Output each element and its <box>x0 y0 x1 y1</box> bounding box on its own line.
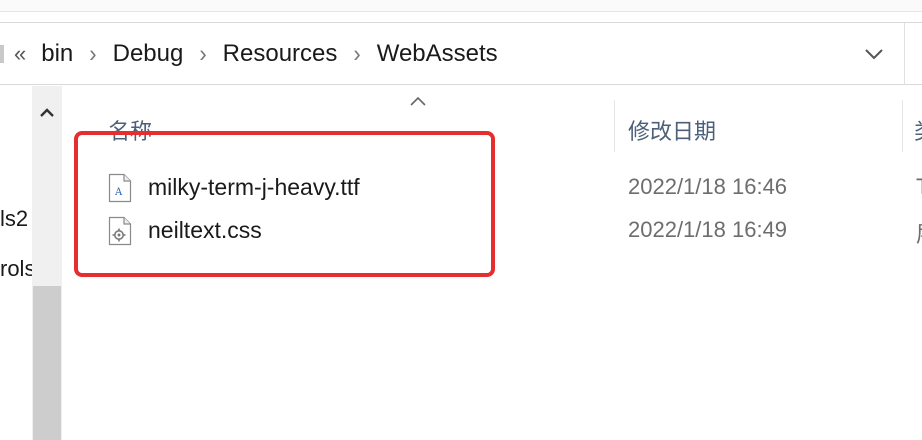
chevron-right-icon[interactable]: › <box>89 40 96 69</box>
breadcrumb-item-bin[interactable]: bin <box>39 40 75 68</box>
address-bar[interactable]: « bin › Debug › Resources › WebAssets <box>0 22 922 85</box>
sort-ascending-icon <box>410 96 426 106</box>
highlight-annotation-box <box>74 131 495 277</box>
nav-item-ls2[interactable]: ls2 <box>0 206 32 232</box>
breadcrumb: « bin › Debug › Resources › WebAssets <box>14 23 500 85</box>
file-type: 层 <box>916 217 922 249</box>
column-header-type[interactable]: 类 <box>914 114 922 146</box>
address-bar-divider <box>904 23 905 85</box>
file-type: T <box>916 174 922 200</box>
chevron-up-icon <box>40 108 54 117</box>
window-top-edge <box>0 0 922 12</box>
column-header-date-modified[interactable]: 修改日期 <box>628 114 716 146</box>
column-divider[interactable] <box>902 100 903 152</box>
file-date-modified: 2022/1/18 16:46 <box>628 174 788 199</box>
navigation-pane-scrollbar[interactable] <box>32 86 62 440</box>
file-date-modified: 2022/1/18 16:49 <box>628 217 788 242</box>
breadcrumb-overflow-button[interactable]: « <box>14 41 26 67</box>
scroll-up-button[interactable] <box>32 100 62 126</box>
breadcrumb-item-webassets[interactable]: WebAssets <box>375 40 500 68</box>
breadcrumb-item-resources[interactable]: Resources <box>221 40 340 68</box>
chevron-right-icon[interactable]: › <box>353 40 360 69</box>
address-history-dropdown-button[interactable] <box>858 39 890 69</box>
scrollbar-thumb[interactable] <box>33 286 61 440</box>
chevron-down-icon <box>865 49 883 60</box>
address-bar-left-edge <box>0 45 4 63</box>
nav-item-rols[interactable]: rols <box>0 256 32 282</box>
chevron-right-icon[interactable]: › <box>199 40 206 69</box>
column-divider[interactable] <box>614 100 615 152</box>
breadcrumb-item-debug[interactable]: Debug <box>111 40 186 68</box>
